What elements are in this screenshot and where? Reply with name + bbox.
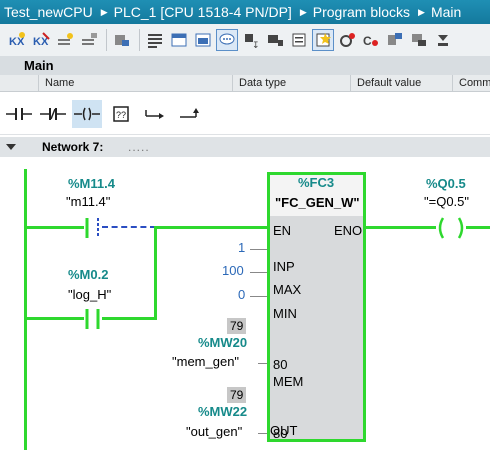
open-all-networks-icon[interactable] — [192, 29, 214, 51]
breadcrumb-separator-icon: ▶ — [299, 6, 307, 17]
collapse-arrow-icon[interactable] — [6, 144, 16, 150]
interface-column-header: Name Data type Default value Comm — [0, 75, 490, 92]
contact1-address[interactable]: %M11.4 — [68, 176, 115, 191]
delete-network-icon[interactable] — [78, 29, 100, 51]
instruction-bar: ?? — [0, 93, 490, 135]
inp-value[interactable]: 1 — [238, 240, 245, 255]
no-contact-icon[interactable] — [4, 100, 34, 128]
symbolic-operands-icon[interactable] — [264, 29, 286, 51]
list-icon[interactable] — [288, 29, 310, 51]
breadcrumb-project[interactable]: Test_newCPU — [0, 4, 99, 20]
contact2-symbol[interactable]: "log_H" — [68, 287, 111, 302]
pin-min: MIN — [273, 306, 297, 321]
monitor-all-icon[interactable]: KX — [6, 29, 28, 51]
go-to-error-icon[interactable] — [336, 29, 358, 51]
coil-wire — [466, 226, 490, 229]
compare-icon[interactable] — [384, 29, 406, 51]
pin-mem: MEM — [273, 374, 304, 389]
pin-inp: INP — [273, 259, 295, 274]
out-monitor-value: 79 — [227, 387, 247, 403]
pin-eno: ENO — [334, 223, 363, 238]
mem-monitor-value: 79 — [227, 318, 247, 334]
network-title: Network 7: — [42, 140, 104, 154]
mem-symbol[interactable]: "mem_gen" — [172, 354, 239, 369]
mem-inside-value: 80 — [273, 357, 288, 372]
breadcrumb-plc[interactable]: PLC_1 [CPU 1518-4 PN/DP] — [110, 4, 298, 20]
nc-contact-icon[interactable] — [38, 100, 68, 128]
toolbar-divider — [106, 29, 107, 51]
interface-title[interactable]: Main — [0, 56, 490, 75]
rung-wire — [156, 226, 268, 229]
pin-wire — [258, 363, 267, 364]
column-name[interactable]: Name — [38, 75, 74, 92]
contact1-no-contact[interactable] — [84, 217, 102, 239]
comments-icon[interactable] — [216, 29, 238, 51]
insert-network-icon[interactable] — [54, 29, 76, 51]
toolbar-divider — [139, 29, 140, 51]
pin-wire — [250, 296, 267, 297]
pin-en: EN — [273, 223, 292, 238]
empty-box-icon[interactable]: ?? — [106, 100, 136, 128]
rung-wire-dashed — [102, 226, 156, 229]
svg-text:C: C — [363, 34, 372, 48]
go-to-next-icon[interactable]: C — [360, 29, 382, 51]
editor-toolbar: KX KX ↧ C — [0, 24, 490, 56]
go-online-icon[interactable] — [111, 29, 133, 51]
breadcrumb: Test_newCPU ▶ PLC_1 [CPU 1518-4 PN/DP] ▶… — [0, 0, 490, 24]
min-value[interactable]: 0 — [238, 287, 245, 302]
settings-icon[interactable] — [432, 29, 454, 51]
out-symbol[interactable]: "out_gen" — [186, 424, 242, 439]
svg-text:↧: ↧ — [252, 40, 260, 49]
breadcrumb-main[interactable]: Main — [427, 4, 467, 20]
breadcrumb-program-blocks[interactable]: Program blocks — [309, 4, 416, 20]
contact1-symbol[interactable]: "m11.4" — [66, 194, 110, 209]
branch-wire — [154, 226, 157, 319]
pin-out: OUT — [270, 423, 298, 438]
pin-max: MAX — [273, 282, 302, 297]
fc-gen-w-block[interactable]: %FC3 "FC_GEN_W" EN ENO INP MAX MIN 80 ME… — [267, 172, 366, 442]
pin-wire — [250, 272, 267, 273]
coil-address[interactable]: %Q0.5 — [426, 176, 466, 191]
close-branch-icon[interactable] — [174, 100, 204, 128]
download-icon[interactable] — [408, 29, 430, 51]
eno-wire — [366, 226, 436, 229]
block-interface-icon[interactable] — [144, 29, 166, 51]
rung-wire — [24, 226, 84, 229]
mem-address[interactable]: %MW20 — [198, 335, 247, 350]
pin-wire — [258, 433, 267, 434]
open-branch-icon[interactable] — [140, 100, 170, 128]
favorites-icon[interactable] — [168, 29, 190, 51]
out-address[interactable]: %MW22 — [198, 404, 247, 419]
monitor-off-icon[interactable]: KX — [30, 29, 52, 51]
column-data-type[interactable]: Data type — [232, 75, 286, 92]
block-name[interactable]: "FC_GEN_W" — [275, 195, 360, 210]
absolute-operands-icon[interactable]: ↧ — [240, 29, 262, 51]
coil-icon[interactable] — [72, 99, 102, 128]
network-comment[interactable]: ..... — [128, 137, 150, 157]
pin-wire — [250, 249, 267, 250]
contact2-no-contact[interactable] — [84, 308, 102, 330]
column-comment[interactable]: Comm — [452, 75, 490, 92]
block-address[interactable]: %FC3 — [298, 175, 334, 190]
branch-wire — [102, 317, 157, 320]
svg-text:??: ?? — [116, 110, 126, 120]
ladder-network: %M11.4 "m11.4" %M0.2 "log_H" %FC3 "FC_GE… — [0, 157, 490, 450]
coil-q0-5[interactable] — [436, 216, 466, 240]
contact2-address[interactable]: %M0.2 — [68, 267, 108, 282]
column-default-value[interactable]: Default value — [350, 75, 421, 92]
max-value[interactable]: 100 — [222, 263, 244, 278]
breadcrumb-separator-icon: ▶ — [418, 6, 425, 17]
branch-wire — [24, 317, 84, 320]
breadcrumb-separator-icon: ▶ — [100, 6, 108, 17]
coil-symbol[interactable]: "=Q0.5" — [424, 194, 469, 209]
network-header[interactable]: Network 7: ..... — [0, 137, 490, 157]
favorites-edit-icon[interactable] — [312, 29, 334, 51]
power-rail — [24, 169, 27, 450]
